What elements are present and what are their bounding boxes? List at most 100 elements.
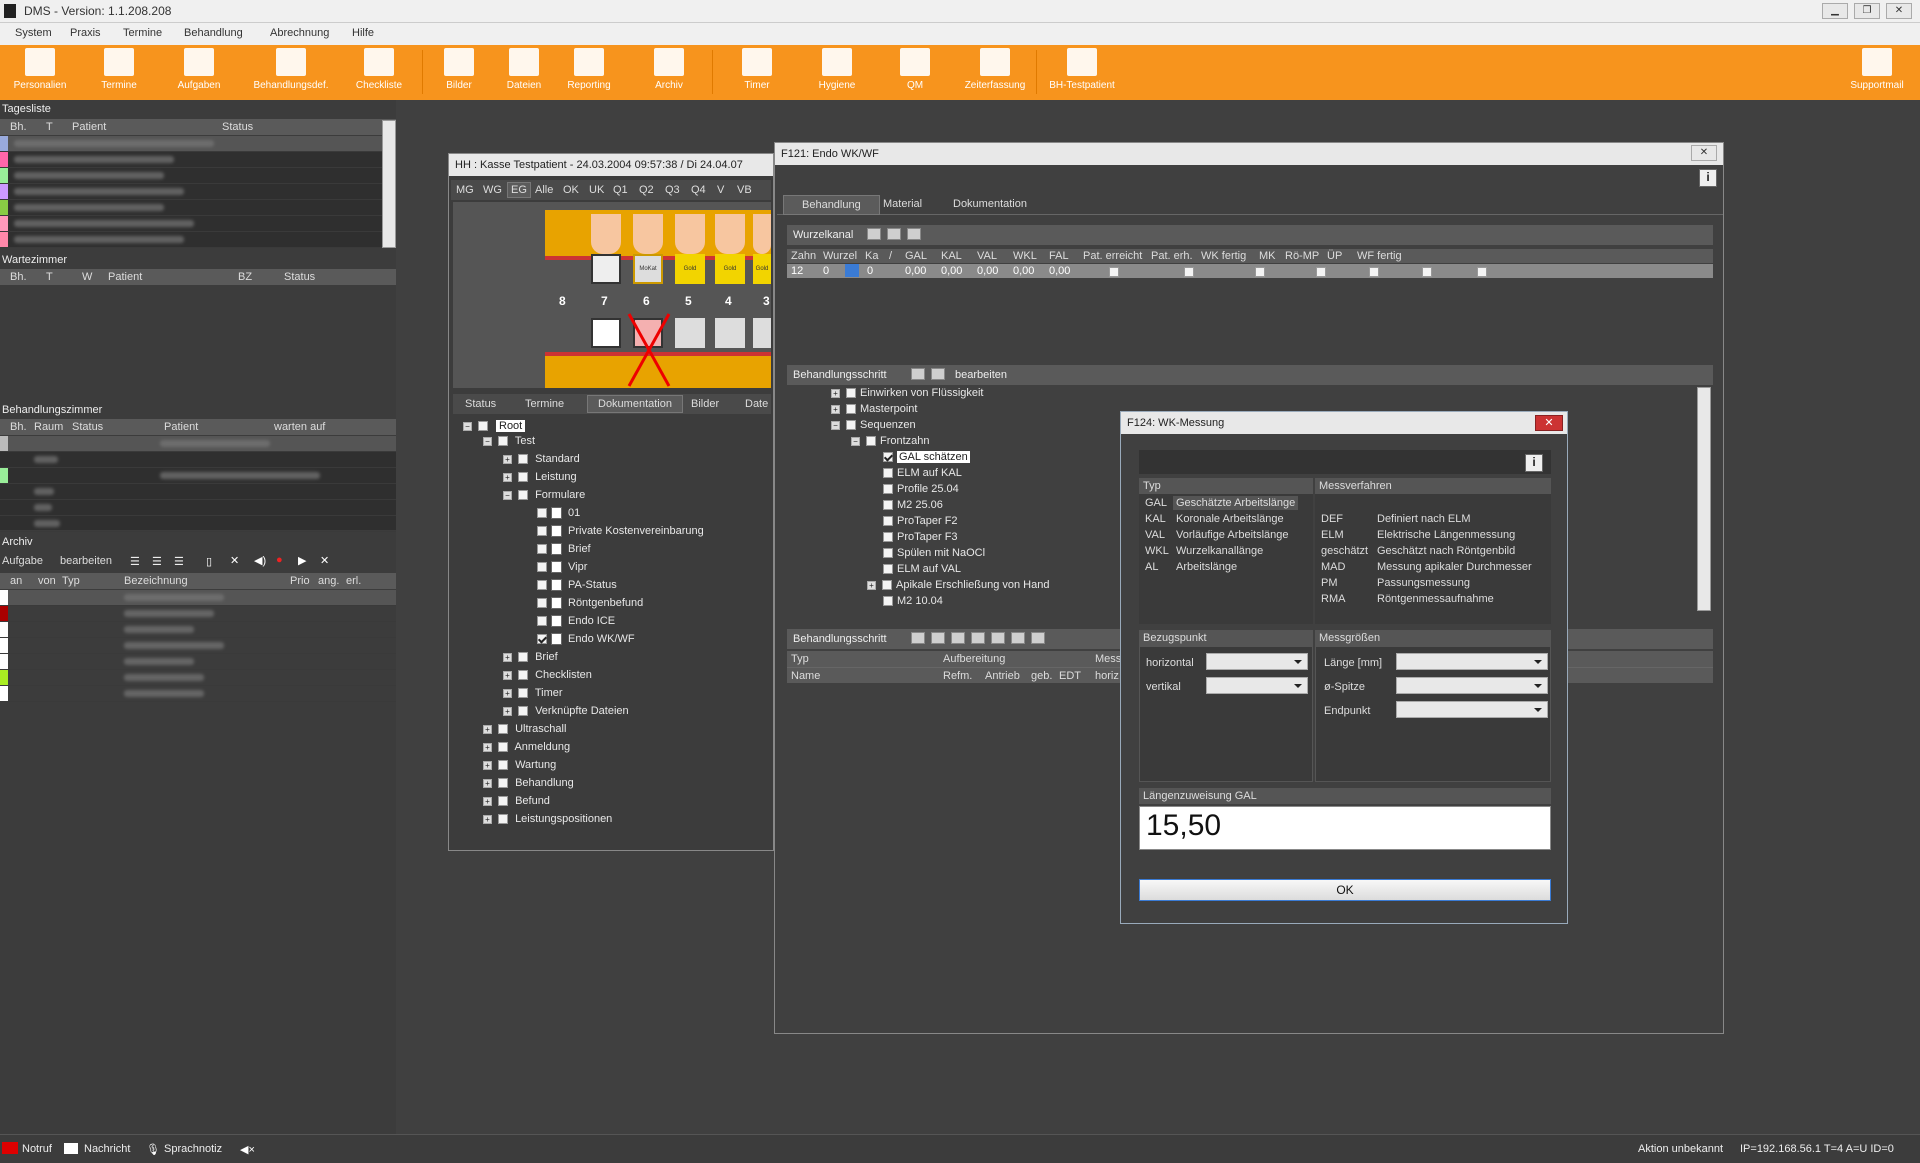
info-icon[interactable]: i — [1699, 169, 1717, 187]
dental-chart[interactable]: MoKat Gold Gold Gold 8 7 6 5 4 3 — [453, 202, 771, 388]
menu-hilfe[interactable]: Hilfe — [352, 27, 374, 39]
horizontal-select[interactable] — [1206, 653, 1308, 670]
nachricht-button[interactable]: Nachricht — [84, 1143, 130, 1155]
tab-dateien[interactable]: Date — [745, 398, 768, 410]
tagesliste-scrollbar[interactable] — [382, 120, 396, 248]
quadrant-tab[interactable]: UK — [589, 184, 604, 196]
tab-bilder[interactable]: Bilder — [691, 398, 719, 410]
tree-node[interactable]: ProTaper F2 — [883, 515, 958, 527]
delete-icon[interactable] — [931, 632, 945, 645]
toolbar-aufgaben[interactable]: Aufgaben — [162, 48, 236, 91]
toolbar-reporting[interactable]: Reporting — [552, 48, 626, 91]
wurzel-dropdown[interactable] — [845, 264, 859, 277]
list-item[interactable] — [0, 686, 396, 702]
tab-behandlung[interactable]: Behandlung — [783, 195, 880, 215]
typ-item[interactable]: VAL Vorläufige Arbeitslänge — [1139, 528, 1313, 543]
step-tree-icon[interactable] — [931, 368, 945, 381]
report-icon[interactable] — [1031, 632, 1045, 645]
toolbar-timer[interactable]: Timer — [720, 48, 794, 91]
tooth-5-upper[interactable] — [675, 214, 705, 254]
list-item[interactable] — [0, 606, 396, 622]
tab-material[interactable]: Material — [883, 198, 922, 210]
toolbar-bilder[interactable]: Bilder — [422, 48, 496, 91]
mess-item[interactable]: DEF Definiert nach ELM — [1315, 512, 1551, 527]
tree-node[interactable]: Profile 25.04 — [883, 483, 959, 495]
tree-node[interactable]: + Befund — [483, 795, 550, 807]
list-item[interactable] — [0, 500, 396, 516]
sprachnotiz-button[interactable]: Sprachnotiz — [164, 1143, 222, 1155]
mess-item[interactable]: ELM Elektrische Längenmessung — [1315, 528, 1551, 543]
quadrant-tab[interactable]: Q1 — [613, 184, 628, 196]
tree-node[interactable]: − Formulare — [503, 489, 585, 501]
mess-item[interactable]: geschätzt Geschätzt nach Röntgenbild — [1315, 544, 1551, 559]
mute-icon[interactable]: ◀× — [240, 1143, 255, 1156]
tab-dokumentation[interactable]: Dokumentation — [587, 395, 683, 413]
delete-row-icon[interactable] — [907, 228, 921, 241]
stop-icon[interactable]: ✕ — [320, 554, 329, 567]
list-item[interactable] — [0, 654, 396, 670]
tree-node[interactable]: Private Kostenvereinbarung — [537, 525, 704, 538]
list-item[interactable] — [0, 436, 396, 452]
tree-node[interactable]: + Wartung — [483, 759, 556, 771]
toolbar-zeiterfassung[interactable]: Zeiterfassung — [958, 48, 1032, 91]
toolbar-termine[interactable]: Termine — [82, 48, 156, 91]
tooth-7-upper[interactable] — [591, 214, 621, 254]
list-item[interactable] — [0, 484, 396, 500]
tab-status[interactable]: Status — [465, 398, 496, 410]
menu-termine[interactable]: Termine — [123, 27, 162, 39]
tree-node[interactable]: ProTaper F3 — [883, 531, 958, 543]
bearbeiten-button[interactable]: bearbeiten — [60, 555, 112, 567]
quadrant-tab[interactable]: EG — [507, 182, 531, 198]
tree-node[interactable]: M2 10.04 — [883, 595, 943, 607]
quadrant-tab[interactable]: Q2 — [639, 184, 654, 196]
bearbeiten-button[interactable]: bearbeiten — [955, 369, 1007, 381]
list-item[interactable] — [0, 590, 396, 606]
tree-node[interactable]: Spülen mit NaOCl — [883, 547, 985, 559]
menu-system[interactable]: System — [15, 27, 52, 39]
check-task-icon[interactable]: ☰ — [152, 555, 162, 568]
move-up-icon[interactable] — [951, 632, 965, 645]
tree-node[interactable]: − Sequenzen — [831, 419, 916, 431]
menu-behandlung[interactable]: Behandlung — [184, 27, 243, 39]
toolbar-qm[interactable]: QM — [878, 48, 952, 91]
wk-fertig-checkbox[interactable] — [1255, 267, 1266, 278]
list-item[interactable] — [0, 452, 396, 468]
tree-node[interactable]: + Anmeldung — [483, 741, 570, 753]
tree-node[interactable]: Endo WK/WF — [537, 633, 635, 646]
table-row[interactable]: 12 0 0 0,00 0,00 0,00 0,00 0,00 — [787, 264, 1713, 278]
list-item[interactable] — [0, 168, 382, 184]
quadrant-tab[interactable]: Q3 — [665, 184, 680, 196]
typ-item[interactable]: WKL Wurzelkanallänge — [1139, 544, 1313, 559]
aufgabe-button[interactable]: Aufgabe — [2, 555, 43, 567]
quadrant-tab[interactable]: Q4 — [691, 184, 706, 196]
tree-node[interactable]: + Verknüpfte Dateien — [503, 705, 629, 717]
quadrant-tab[interactable]: WG — [483, 184, 502, 196]
tree-node[interactable]: + Ultraschall — [483, 723, 566, 735]
tooth-3-upper[interactable] — [753, 214, 771, 254]
tree-node[interactable]: Endo ICE — [537, 615, 615, 628]
list-item[interactable] — [0, 136, 382, 152]
pat-erh-checkbox[interactable] — [1184, 267, 1195, 278]
list-item[interactable] — [0, 200, 382, 216]
quadrant-tab[interactable]: OK — [563, 184, 579, 196]
list-item[interactable] — [0, 670, 396, 686]
menu-praxis[interactable]: Praxis — [70, 27, 101, 39]
toolbar-archiv[interactable]: Archiv — [632, 48, 706, 91]
quadrant-tab[interactable]: V — [717, 184, 724, 196]
quadrant-tab[interactable]: MG — [456, 184, 474, 196]
tree-node[interactable]: 01 — [537, 507, 580, 520]
typ-item[interactable]: GAL Geschätzte Arbeitslänge — [1139, 496, 1313, 511]
step-icon[interactable] — [911, 368, 925, 381]
tree-node[interactable]: PA-Status — [537, 579, 617, 592]
record-icon[interactable]: ● — [276, 554, 283, 566]
tree-node[interactable]: Röntgenbefund — [537, 597, 643, 610]
tree-node[interactable]: M2 25.06 — [883, 499, 943, 511]
tooth-4-upper[interactable] — [715, 214, 745, 254]
tree-node[interactable]: + Brief — [503, 651, 558, 663]
document-icon[interactable]: ▯ — [206, 555, 212, 568]
tree-node[interactable]: GAL schätzen — [883, 451, 970, 463]
steps-scrollbar[interactable] — [1697, 387, 1711, 611]
tree-node[interactable]: Brief — [537, 543, 591, 556]
speaker-icon[interactable]: ◀) — [254, 554, 266, 567]
wf-fertig-checkbox[interactable] — [1477, 267, 1488, 278]
